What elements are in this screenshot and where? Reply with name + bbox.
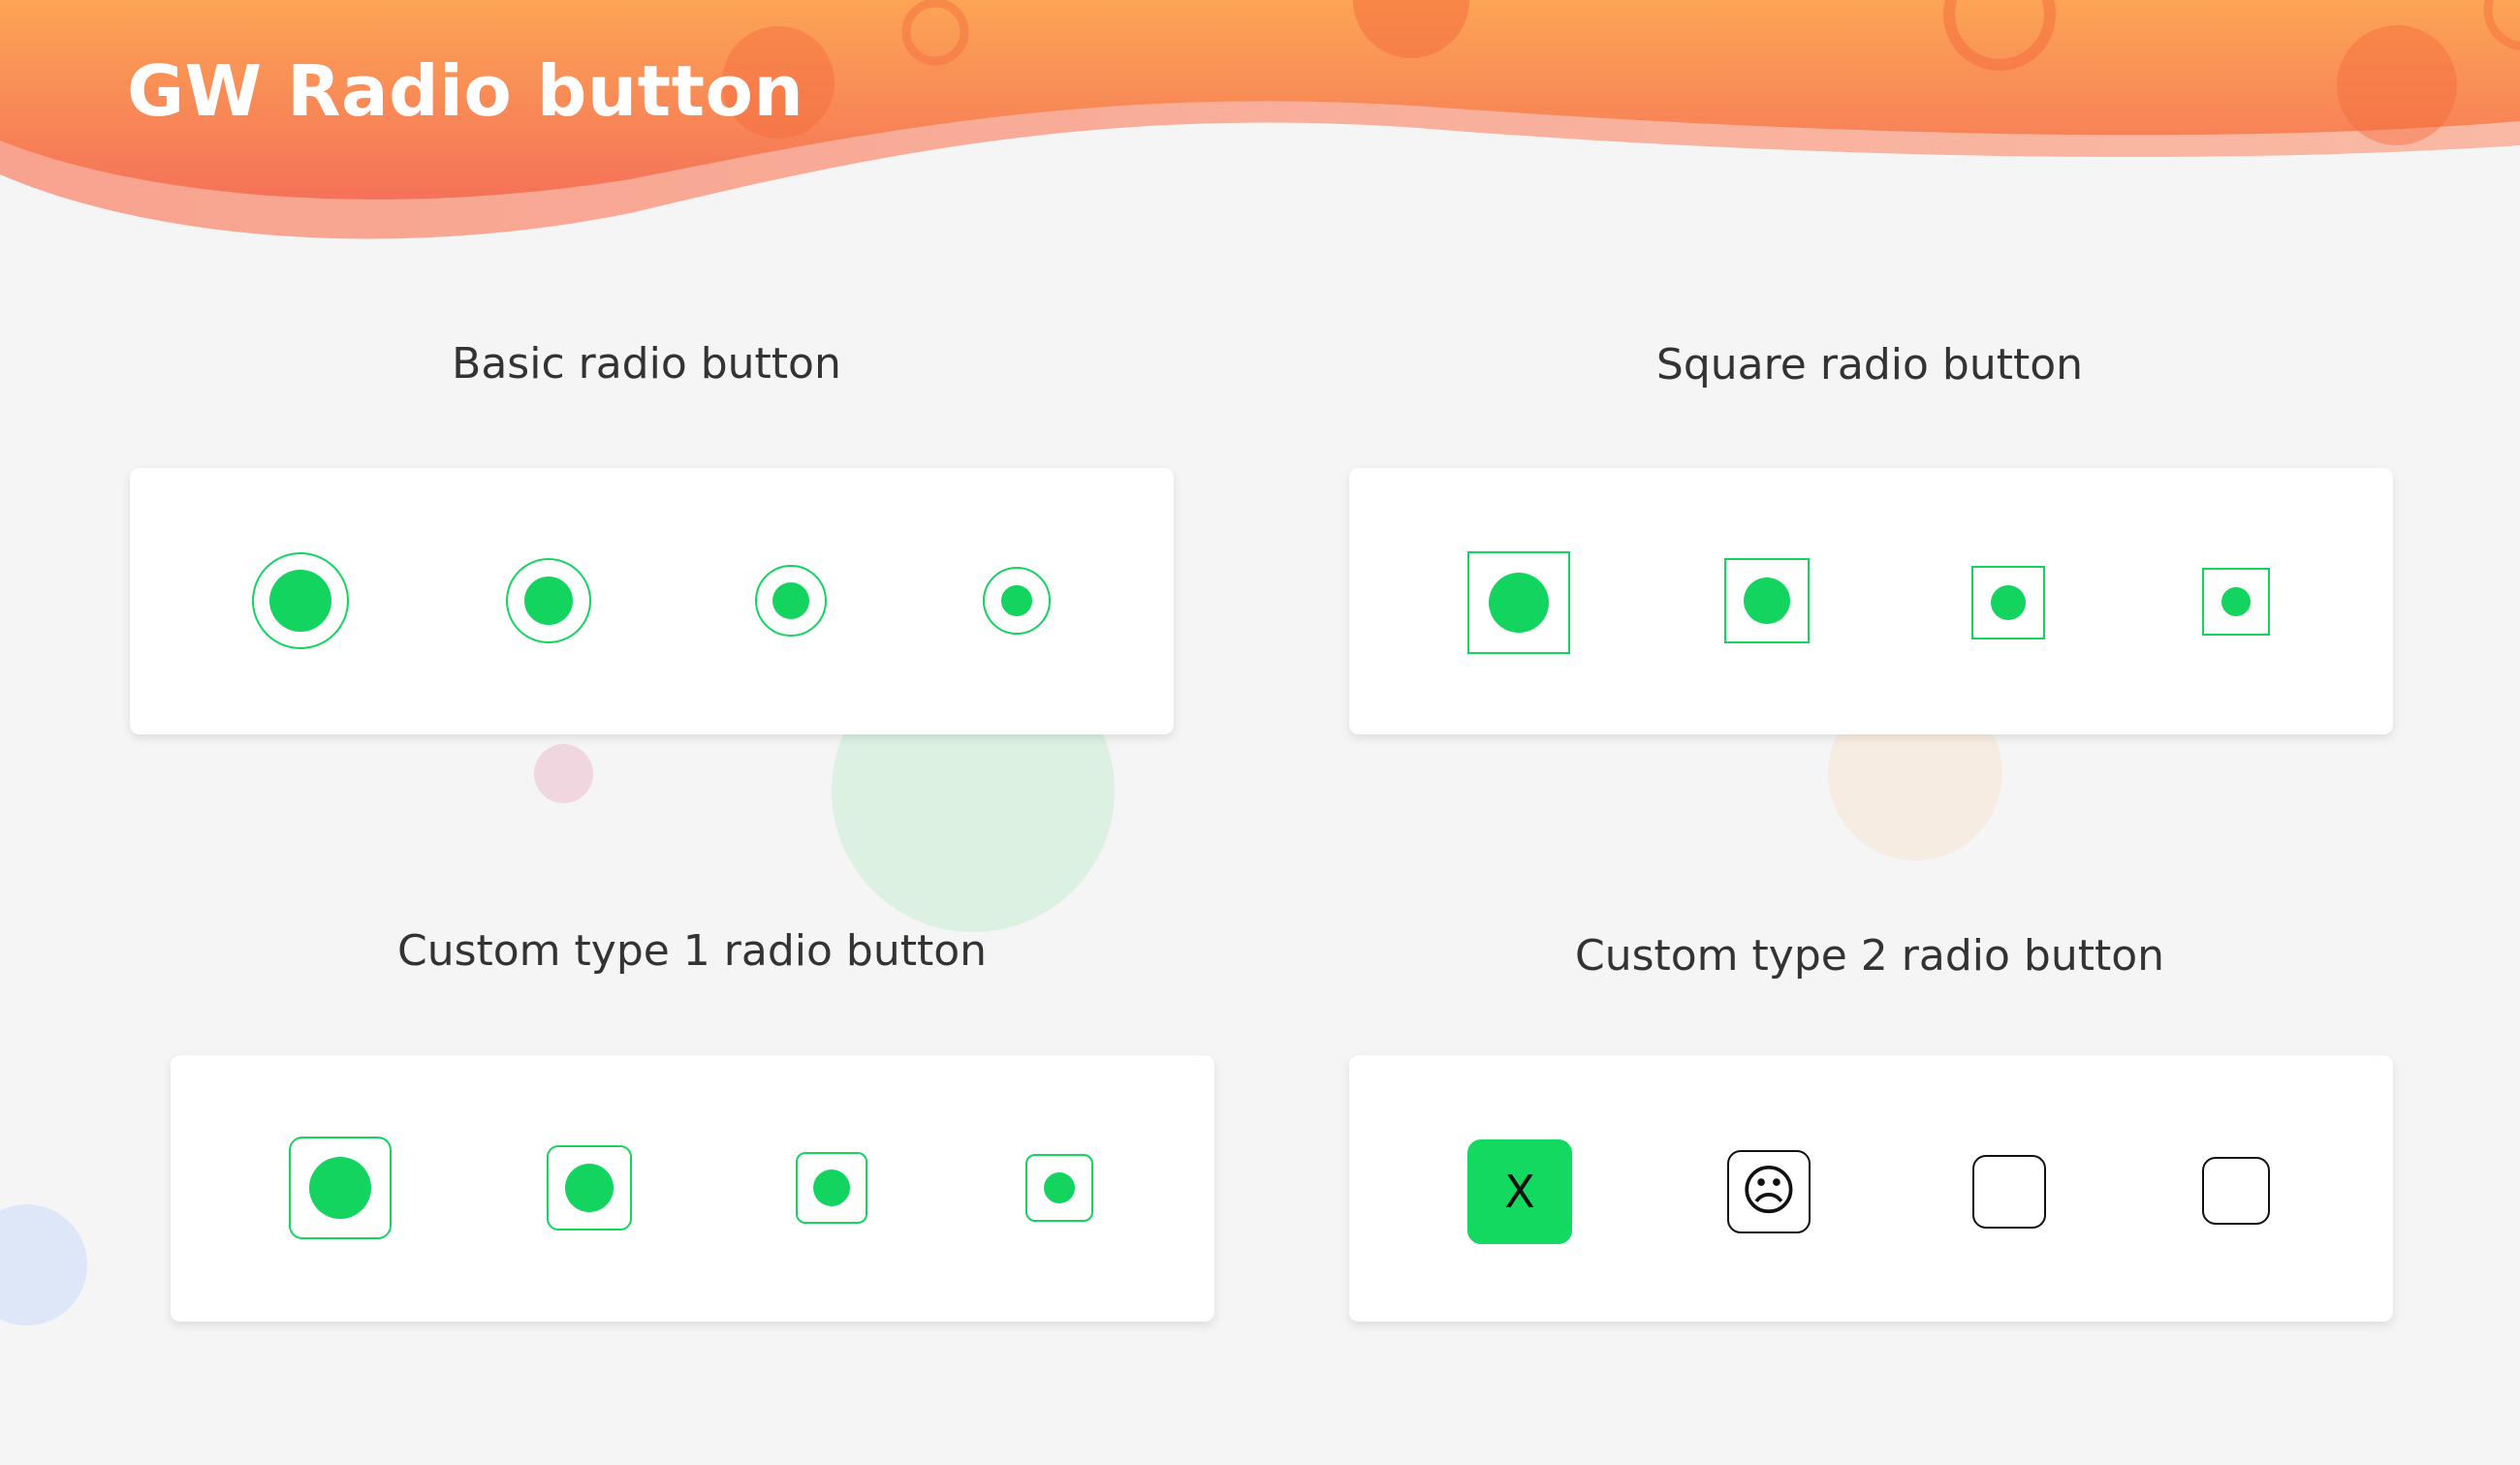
- sad-face-icon: ☹: [1740, 1160, 1798, 1223]
- custom2-radio-empty-2[interactable]: [2202, 1157, 2270, 1225]
- custom1-radio-xsmall[interactable]: [1025, 1154, 1093, 1222]
- selected-dot-icon: [1044, 1172, 1075, 1203]
- basic-radio-small[interactable]: [755, 565, 827, 637]
- selected-dot-icon: [813, 1169, 850, 1206]
- x-mark-icon: X: [1504, 1166, 1535, 1218]
- selected-dot-icon: [772, 582, 809, 619]
- selected-dot-icon: [309, 1157, 371, 1219]
- basic-radio-large[interactable]: [252, 552, 349, 649]
- basic-radio-xsmall[interactable]: [983, 567, 1051, 635]
- custom2-section-title: Custom type 2 radio button: [1574, 931, 2165, 981]
- square-section-title: Square radio button: [1655, 340, 2084, 390]
- custom1-radio-card: [171, 1055, 1214, 1322]
- page-title: GW Radio button: [127, 50, 804, 132]
- blue-decor-circle: [0, 1204, 87, 1325]
- square-radio-card: [1349, 468, 2393, 734]
- selected-dot-icon: [565, 1164, 614, 1212]
- selected-dot-icon: [2221, 587, 2251, 616]
- selected-dot-icon: [1991, 585, 2026, 620]
- square-radio-xsmall[interactable]: [2202, 568, 2270, 636]
- square-radio-large[interactable]: [1467, 551, 1570, 654]
- basic-section-title: Basic radio button: [452, 339, 841, 389]
- selected-dot-icon: [269, 570, 331, 632]
- custom2-radio-x[interactable]: X: [1467, 1139, 1572, 1244]
- custom1-section-title: Custom type 1 radio button: [396, 926, 988, 976]
- custom2-radio-sad[interactable]: ☹: [1727, 1150, 1811, 1233]
- custom1-radio-large[interactable]: [289, 1137, 392, 1239]
- custom1-radio-medium[interactable]: [547, 1145, 632, 1231]
- custom2-radio-card: X ☹: [1349, 1055, 2393, 1322]
- square-radio-small[interactable]: [1971, 566, 2045, 639]
- selected-dot-icon: [1001, 585, 1032, 616]
- custom2-radio-empty-1[interactable]: [1972, 1155, 2046, 1229]
- pink-decor-circle: [534, 744, 593, 803]
- custom1-radio-small[interactable]: [796, 1152, 867, 1224]
- selected-dot-icon: [1489, 573, 1549, 633]
- square-radio-medium[interactable]: [1724, 558, 1810, 643]
- basic-radio-medium[interactable]: [506, 558, 591, 643]
- selected-dot-icon: [524, 577, 573, 625]
- selected-dot-icon: [1744, 577, 1790, 624]
- basic-radio-card: [130, 468, 1174, 734]
